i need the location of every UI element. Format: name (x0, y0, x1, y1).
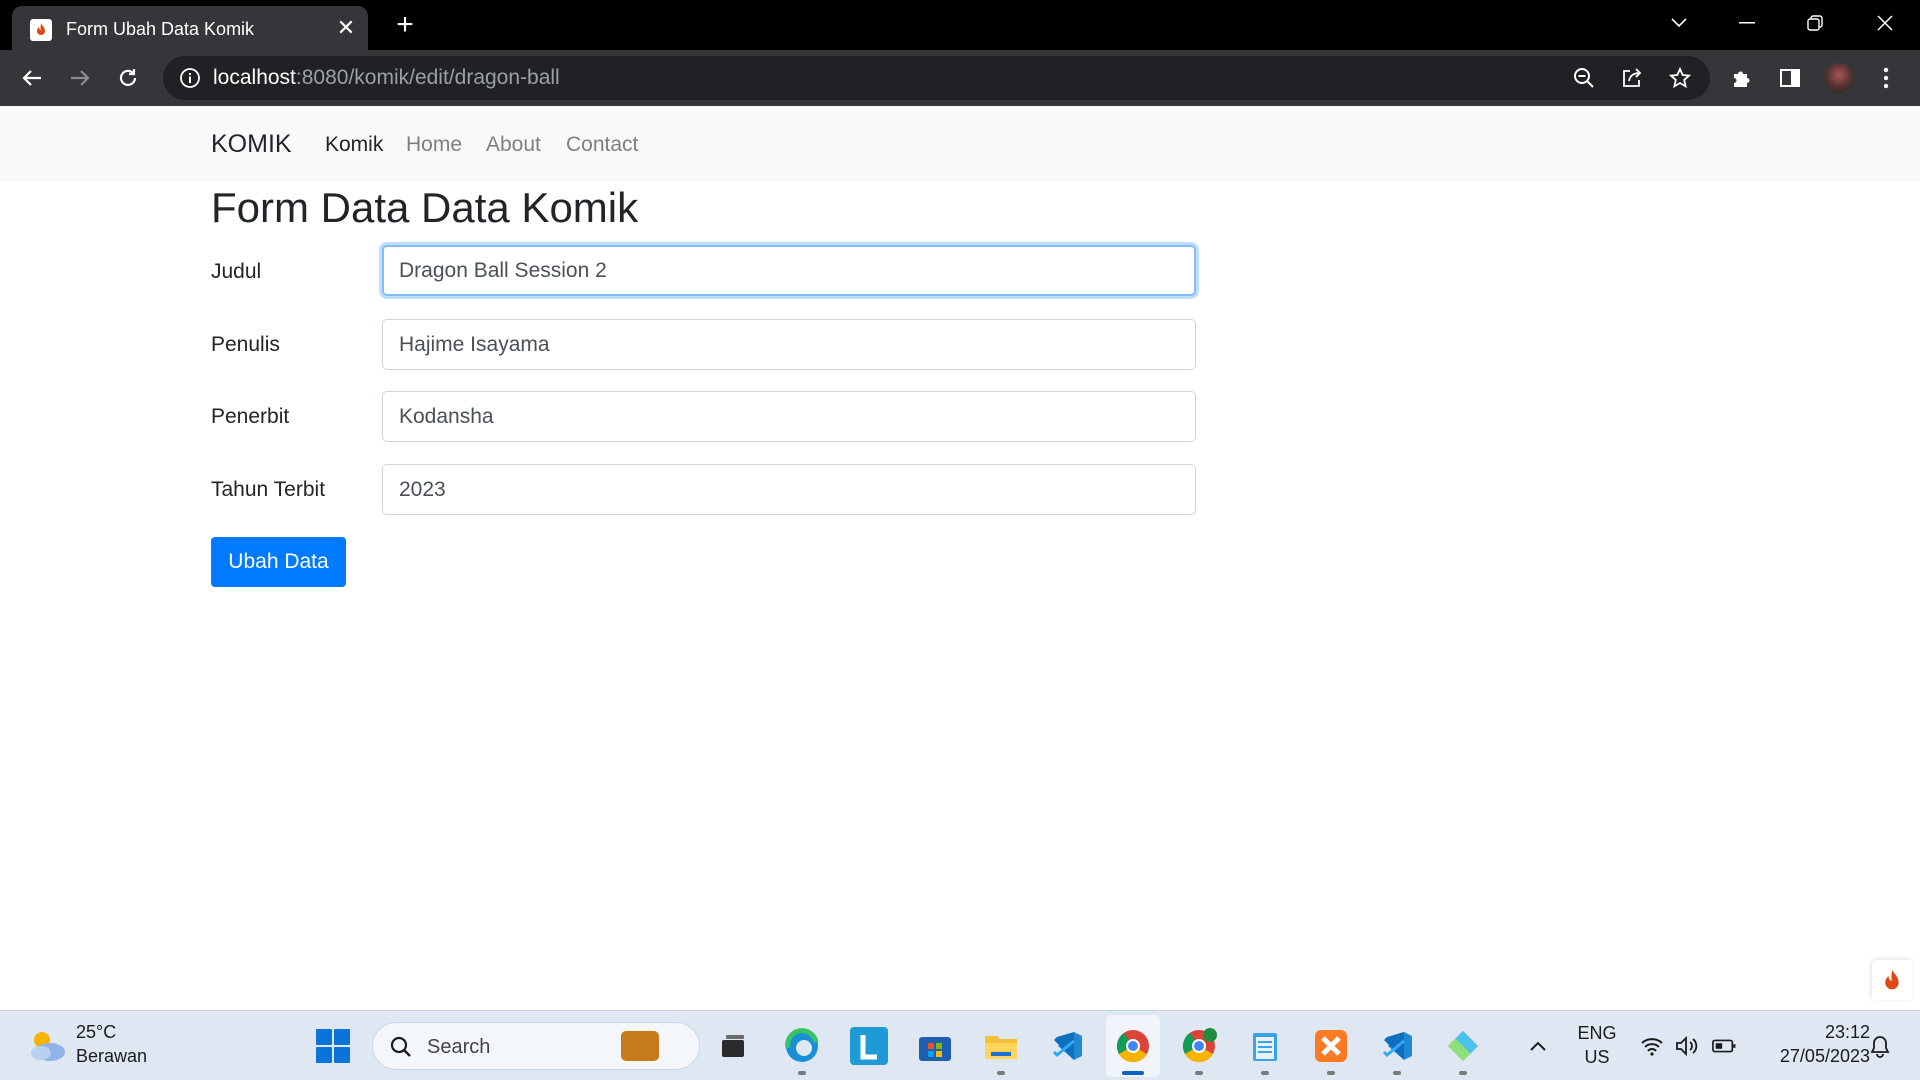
tab-title: Form Ubah Data Komik (66, 19, 255, 39)
windows-taskbar: 25°C Berawan Search ENG US 23:12 27/05/2… (0, 1010, 1920, 1080)
search-icon (389, 1035, 413, 1059)
tahun-terbit-input[interactable]: 2023 (382, 464, 1196, 515)
bookmark-star-icon[interactable] (1668, 66, 1692, 90)
more-menu-icon[interactable] (1872, 64, 1900, 92)
site-navbar: KOMIK Komik Home About Contact (0, 106, 1920, 182)
tahun-terbit-label: Tahun Terbit (211, 478, 326, 501)
judul-input[interactable]: Dragon Ball Session 2 (382, 245, 1196, 296)
tab-close-icon[interactable]: ✕ (332, 14, 360, 42)
penulis-input[interactable]: Hajime Isayama (382, 319, 1196, 370)
weather-description: Berawan (76, 1046, 148, 1066)
tab-search-chevron-icon[interactable] (1664, 8, 1694, 38)
navbar-brand[interactable]: KOMIK (211, 130, 292, 159)
weather-temperature: 25°C (76, 1022, 117, 1042)
battery-icon[interactable] (1712, 1034, 1736, 1058)
reload-icon[interactable] (112, 62, 144, 94)
forward-arrow-icon[interactable] (64, 62, 96, 94)
back-arrow-icon[interactable] (16, 62, 48, 94)
edge-browser-icon[interactable] (783, 1027, 821, 1065)
nav-link-about[interactable]: About (486, 133, 541, 157)
profile-avatar[interactable] (1824, 63, 1854, 93)
chrome-profile-running-indicator (1195, 1071, 1203, 1075)
search-label: Search (427, 1036, 491, 1058)
vscode-running-indicator (1393, 1071, 1401, 1075)
debug-toolbar-flame-icon[interactable] (1872, 960, 1912, 1000)
taskbar-search[interactable]: Search (372, 1022, 700, 1070)
browser-tab[interactable]: Form Ubah Data Komik ✕ (12, 6, 368, 50)
judul-label: Judul (211, 260, 262, 283)
cloud-sun-weather-icon[interactable] (26, 1025, 68, 1065)
volume-icon[interactable] (1674, 1034, 1698, 1058)
clock-time[interactable]: 23:12 (1790, 1022, 1870, 1043)
penerbit-input[interactable]: Kodansha (382, 391, 1196, 442)
briefcase-highlight-icon (621, 1031, 659, 1061)
edge-running-indicator (798, 1071, 806, 1075)
language-code[interactable]: ENG (1576, 1023, 1618, 1044)
nav-link-contact[interactable]: Contact (566, 133, 638, 157)
url-host: localhost (213, 66, 296, 89)
penerbit-label: Penerbit (211, 405, 290, 428)
language-region[interactable]: US (1576, 1047, 1618, 1068)
zoom-icon[interactable] (1572, 66, 1596, 90)
windows-start-icon[interactable] (316, 1029, 350, 1063)
browser-tab-bar: Form Ubah Data Komik ✕ + (0, 0, 1920, 50)
wifi-icon[interactable] (1640, 1034, 1664, 1058)
ubah-data-button[interactable]: Ubah Data (211, 537, 346, 587)
snipping-tool-icon[interactable] (1444, 1027, 1482, 1065)
l-app-icon[interactable] (850, 1027, 888, 1065)
nav-link-komik[interactable]: Komik (325, 133, 383, 157)
chevron-up-icon[interactable] (1526, 1034, 1550, 1058)
vscode-icon[interactable] (1048, 1027, 1086, 1065)
notepad-icon[interactable] (1246, 1027, 1284, 1065)
site-info-icon[interactable] (179, 67, 201, 89)
notification-bell-icon[interactable] (1868, 1034, 1892, 1058)
clock-date[interactable]: 27/05/2023 (1750, 1046, 1870, 1067)
nav-link-home[interactable]: Home (406, 133, 462, 157)
penulis-label: Penulis (211, 333, 280, 356)
vscode-second-icon[interactable] (1378, 1027, 1416, 1065)
notepad-running-indicator (1261, 1071, 1269, 1075)
restore-icon[interactable] (1800, 8, 1830, 38)
url-path: :8080/komik/edit/dragon-ball (295, 66, 560, 89)
chrome-active-indicator (1122, 1071, 1144, 1075)
new-tab-icon[interactable]: + (390, 10, 420, 40)
file-explorer-icon[interactable] (982, 1027, 1020, 1065)
browser-toolbar: localhost:8080/komik/edit/dragon-ball (0, 50, 1920, 106)
xampp-icon[interactable] (1312, 1027, 1350, 1065)
chrome-browser-icon[interactable] (1114, 1027, 1152, 1065)
xampp-running-indicator (1327, 1071, 1335, 1075)
share-icon[interactable] (1620, 66, 1644, 90)
close-window-icon[interactable] (1870, 8, 1900, 38)
snipping-running-indicator (1459, 1071, 1467, 1075)
address-bar[interactable]: localhost:8080/komik/edit/dragon-ball (163, 56, 1710, 100)
url-text: localhost:8080/komik/edit/dragon-ball (213, 66, 560, 90)
chrome-profile-icon[interactable] (1180, 1027, 1218, 1065)
minimize-icon[interactable] (1732, 8, 1762, 38)
page-title: Form Data Data Komik (211, 184, 639, 231)
extensions-puzzle-icon[interactable] (1728, 64, 1756, 92)
microsoft-store-icon[interactable] (916, 1027, 954, 1065)
explorer-running-indicator (997, 1071, 1005, 1075)
flame-favicon-icon (30, 19, 52, 41)
side-panel-icon[interactable] (1776, 64, 1804, 92)
task-view-icon[interactable] (714, 1027, 752, 1065)
